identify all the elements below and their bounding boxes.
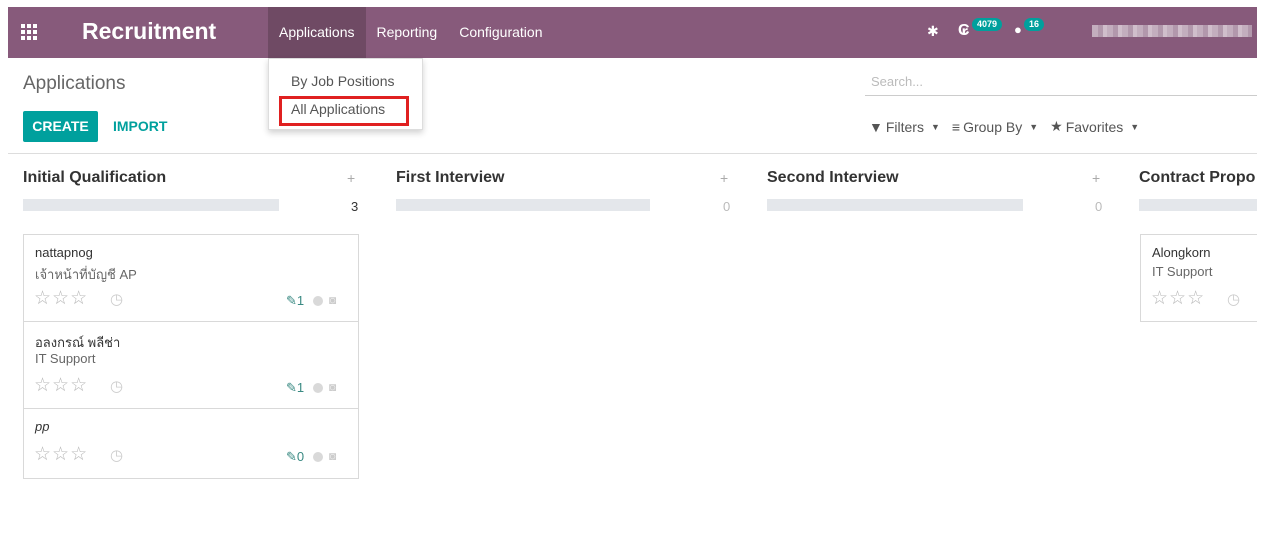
- attachment-count: 1: [296, 380, 305, 395]
- kanban-card[interactable]: อลงกรณ์ พลีช่า IT Support ☆☆☆ ◷ ✎1 ◙: [23, 321, 359, 409]
- caret-down-icon: ▼: [930, 121, 940, 132]
- import-button[interactable]: IMPORT: [113, 118, 167, 134]
- bug-icon[interactable]: ✱: [927, 23, 939, 40]
- status-dot[interactable]: [313, 296, 323, 306]
- column-title-contract-proposal: Contract Propo: [1139, 169, 1256, 186]
- applicant-name: Alongkorn: [1152, 245, 1211, 260]
- kanban-card[interactable]: nattapnog เจ้าหน้าที่บัญชี AP ☆☆☆ ◷ ✎1 ◙: [23, 234, 359, 322]
- menu-applications[interactable]: Applications: [268, 7, 366, 58]
- search-options: ▼ Filters ▼ ≡ Group By ▼ ★ Favorites ▼: [869, 118, 1139, 135]
- column-progress-bar: [1139, 199, 1257, 211]
- top-navbar: Recruitment Applications Reporting Confi…: [8, 7, 1257, 58]
- column-count: 0: [1095, 199, 1103, 214]
- attachment-count: 1: [296, 293, 305, 308]
- star-outline-icon[interactable]: ☆: [52, 288, 70, 309]
- job-position: เจ้าหน้าที่บัญชี AP: [35, 267, 137, 282]
- star-outline-icon[interactable]: ☆: [70, 375, 88, 396]
- activity-clock-icon[interactable]: ₢: [958, 22, 970, 40]
- applicant-name: nattapnog: [35, 245, 93, 260]
- caret-down-icon: ▼: [1130, 121, 1140, 132]
- applicant-name: อลงกรณ์ พลีช่า: [35, 335, 121, 350]
- right-edge-mask: [1257, 0, 1269, 554]
- search-input[interactable]: Search...: [865, 71, 1257, 96]
- activity-count-badge: 4079: [972, 18, 1003, 31]
- column-count: 3: [351, 199, 359, 214]
- job-position: IT Support: [1152, 264, 1213, 279]
- dropdown-item-by-job-positions[interactable]: By Job Positions: [291, 73, 395, 89]
- status-dot[interactable]: [313, 383, 323, 393]
- group-by-label: Group By: [963, 118, 1023, 135]
- filters-button[interactable]: ▼ Filters ▼: [869, 118, 940, 135]
- star-outline-icon[interactable]: ☆: [52, 375, 70, 396]
- star-outline-icon[interactable]: ☆: [1187, 288, 1205, 309]
- header-divider: [8, 153, 1257, 154]
- menu-configuration[interactable]: Configuration: [448, 7, 553, 58]
- add-card-plus-icon[interactable]: +: [1092, 170, 1100, 186]
- job-position: IT Support: [35, 351, 96, 366]
- clock-icon[interactable]: ◷: [110, 290, 123, 308]
- paperclip-icon[interactable]: ✎1: [286, 380, 304, 396]
- paperclip-icon[interactable]: ✎0: [286, 449, 304, 465]
- camera-icon: ◙: [329, 449, 337, 463]
- funnel-icon: ▼: [869, 118, 883, 135]
- filters-label: Filters: [885, 118, 924, 135]
- star-outline-icon[interactable]: ☆: [34, 288, 52, 309]
- add-card-plus-icon[interactable]: +: [720, 170, 728, 186]
- column-progress-bar: [767, 199, 1023, 211]
- message-count-badge: 16: [1024, 18, 1045, 31]
- column-title-second-interview: Second Interview: [767, 169, 899, 186]
- camera-icon: ◙: [329, 293, 337, 307]
- clock-icon[interactable]: ◷: [110, 446, 123, 464]
- star-icon: ★: [1050, 118, 1063, 134]
- status-dot[interactable]: [313, 452, 323, 462]
- bars-icon: ≡: [951, 118, 961, 135]
- column-progress-bar: [396, 199, 650, 211]
- favorites-label: Favorites: [1065, 118, 1124, 135]
- main-menu: Applications Reporting Configuration: [268, 7, 553, 58]
- highlight-box: [279, 96, 409, 126]
- star-outline-icon[interactable]: ☆: [70, 444, 88, 465]
- app-brand[interactable]: Recruitment: [82, 18, 216, 45]
- paperclip-icon[interactable]: ✎1: [286, 293, 304, 309]
- kanban-card[interactable]: pp ☆☆☆ ◷ ✎0 ◙: [23, 408, 359, 479]
- attachment-count: 0: [296, 449, 305, 464]
- column-title-first-interview: First Interview: [396, 169, 505, 186]
- priority-stars[interactable]: ☆☆☆: [34, 443, 88, 466]
- star-outline-icon[interactable]: ☆: [34, 375, 52, 396]
- add-card-plus-icon[interactable]: +: [347, 170, 355, 186]
- star-outline-icon[interactable]: ☆: [70, 288, 88, 309]
- clock-icon[interactable]: ◷: [110, 377, 123, 395]
- chat-icon[interactable]: ●: [1014, 22, 1022, 37]
- priority-stars[interactable]: ☆☆☆: [1151, 287, 1205, 310]
- caret-down-icon: ▼: [1029, 121, 1039, 132]
- group-by-button[interactable]: ≡ Group By ▼: [952, 118, 1038, 135]
- column-title-initial-qualification: Initial Qualification: [23, 169, 167, 186]
- create-button[interactable]: CREATE: [23, 111, 98, 142]
- star-outline-icon[interactable]: ☆: [1169, 288, 1187, 309]
- favorites-button[interactable]: ★ Favorites ▼: [1050, 118, 1139, 135]
- star-outline-icon[interactable]: ☆: [34, 444, 52, 465]
- applicant-name: pp: [35, 419, 50, 434]
- priority-stars[interactable]: ☆☆☆: [34, 374, 88, 397]
- camera-icon: ◙: [329, 380, 337, 394]
- column-progress-bar: [23, 199, 279, 211]
- page-title: Applications: [23, 73, 126, 94]
- star-outline-icon[interactable]: ☆: [1151, 288, 1169, 309]
- apps-grid-icon[interactable]: [21, 24, 37, 40]
- clock-icon[interactable]: ◷: [1227, 290, 1240, 308]
- priority-stars[interactable]: ☆☆☆: [34, 287, 88, 310]
- user-menu-blurred[interactable]: [1092, 25, 1252, 37]
- star-outline-icon[interactable]: ☆: [52, 444, 70, 465]
- column-count: 0: [723, 199, 731, 214]
- kanban-card[interactable]: Alongkorn IT Support ☆☆☆ ◷: [1140, 234, 1257, 322]
- menu-reporting[interactable]: Reporting: [366, 7, 449, 58]
